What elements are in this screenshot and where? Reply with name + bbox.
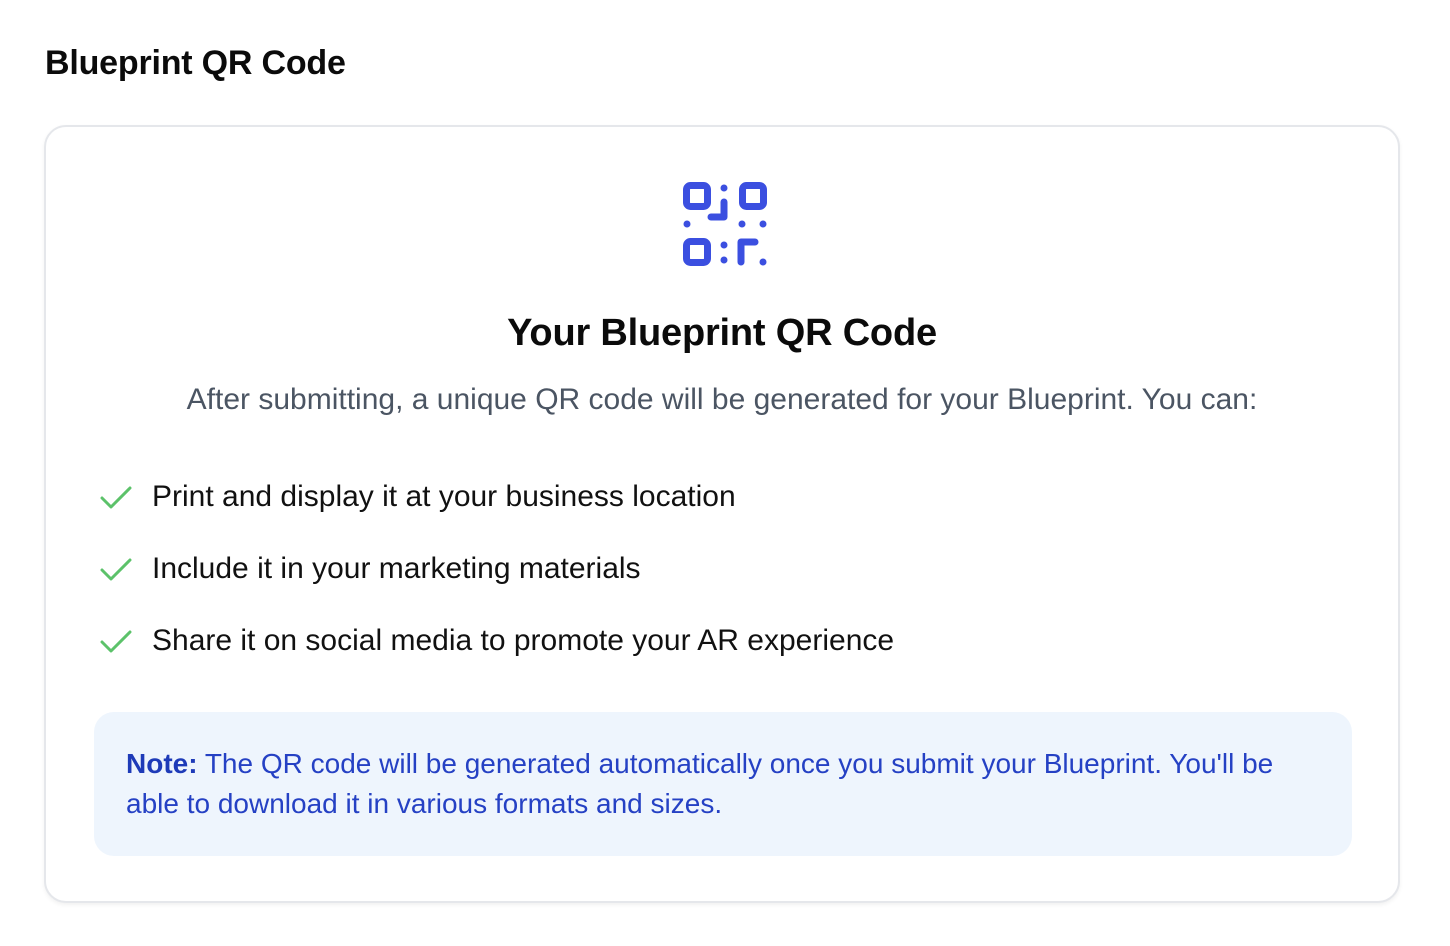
list-item: Share it on social media to promote your… xyxy=(98,620,894,692)
card-title: Your Blueprint QR Code xyxy=(507,312,937,354)
check-icon xyxy=(100,558,132,581)
section-title: Blueprint QR Code xyxy=(45,44,346,82)
benefit-label: Include it in your marketing materials xyxy=(152,552,641,585)
check-icon xyxy=(100,630,132,653)
card-description: After submitting, a unique QR code will … xyxy=(186,383,1258,416)
list-item: Include it in your marketing materials xyxy=(98,548,894,620)
qr-code-card: Your Blueprint QR Code After submitting,… xyxy=(44,125,1400,903)
note-label: Note: xyxy=(126,748,198,779)
list-item: Print and display it at your business lo… xyxy=(98,476,894,548)
check-icon xyxy=(100,486,132,509)
benefit-label: Share it on social media to promote your… xyxy=(152,624,895,657)
benefit-label: Print and display it at your business lo… xyxy=(152,480,736,513)
note-text: The QR code will be generated automatica… xyxy=(126,748,1274,819)
info-note: Note: The QR code will be generated auto… xyxy=(94,712,1352,856)
benefits-list: Print and display it at your business lo… xyxy=(98,476,894,692)
qr-code-icon xyxy=(683,182,767,266)
